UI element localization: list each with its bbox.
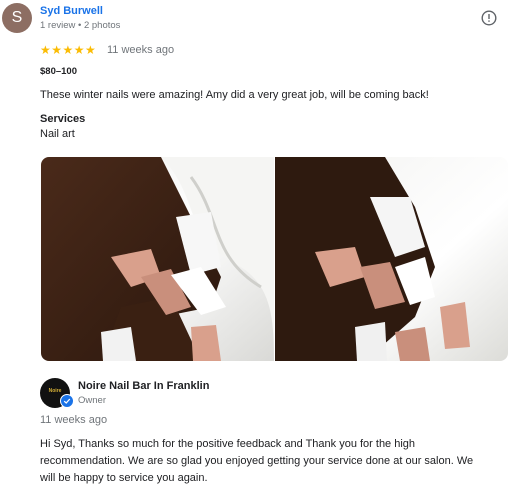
review-time: 11 weeks ago [107,44,175,56]
reply-text-line: Hi Syd, Thanks so much for the positive … [40,438,416,450]
nails-photo-image [41,157,274,361]
reviewer-meta: 1 review • 2 photos [40,20,121,31]
reply-text-line: will be happy to service you again. [40,472,208,484]
owner-role: Owner [78,395,106,406]
review-text: These winter nails were amazing! Amy did… [40,89,429,101]
reviewer-name[interactable]: Syd Burwell [40,5,103,17]
report-button[interactable] [481,10,497,26]
services-value: Nail art [40,128,75,140]
nails-photo-image [275,157,508,361]
star-rating: ★★★★★ [40,43,97,57]
reviewer-avatar[interactable]: S [2,3,32,33]
review-photo-2[interactable] [275,157,508,361]
reply-time: 11 weeks ago [40,414,108,426]
review-photo-1[interactable] [41,157,274,361]
report-icon [481,10,497,26]
avatar-initial: S [11,9,23,26]
owner-name[interactable]: Noire Nail Bar In Franklin [78,380,209,392]
verified-badge [60,394,74,408]
verified-check-icon [63,398,71,404]
reply-text-line: recommendation. We are so glad you enjoy… [40,455,474,467]
owner-logo-text: Noire [48,388,62,394]
price-range: $80–100 [40,66,77,77]
services-heading: Services [40,113,86,125]
